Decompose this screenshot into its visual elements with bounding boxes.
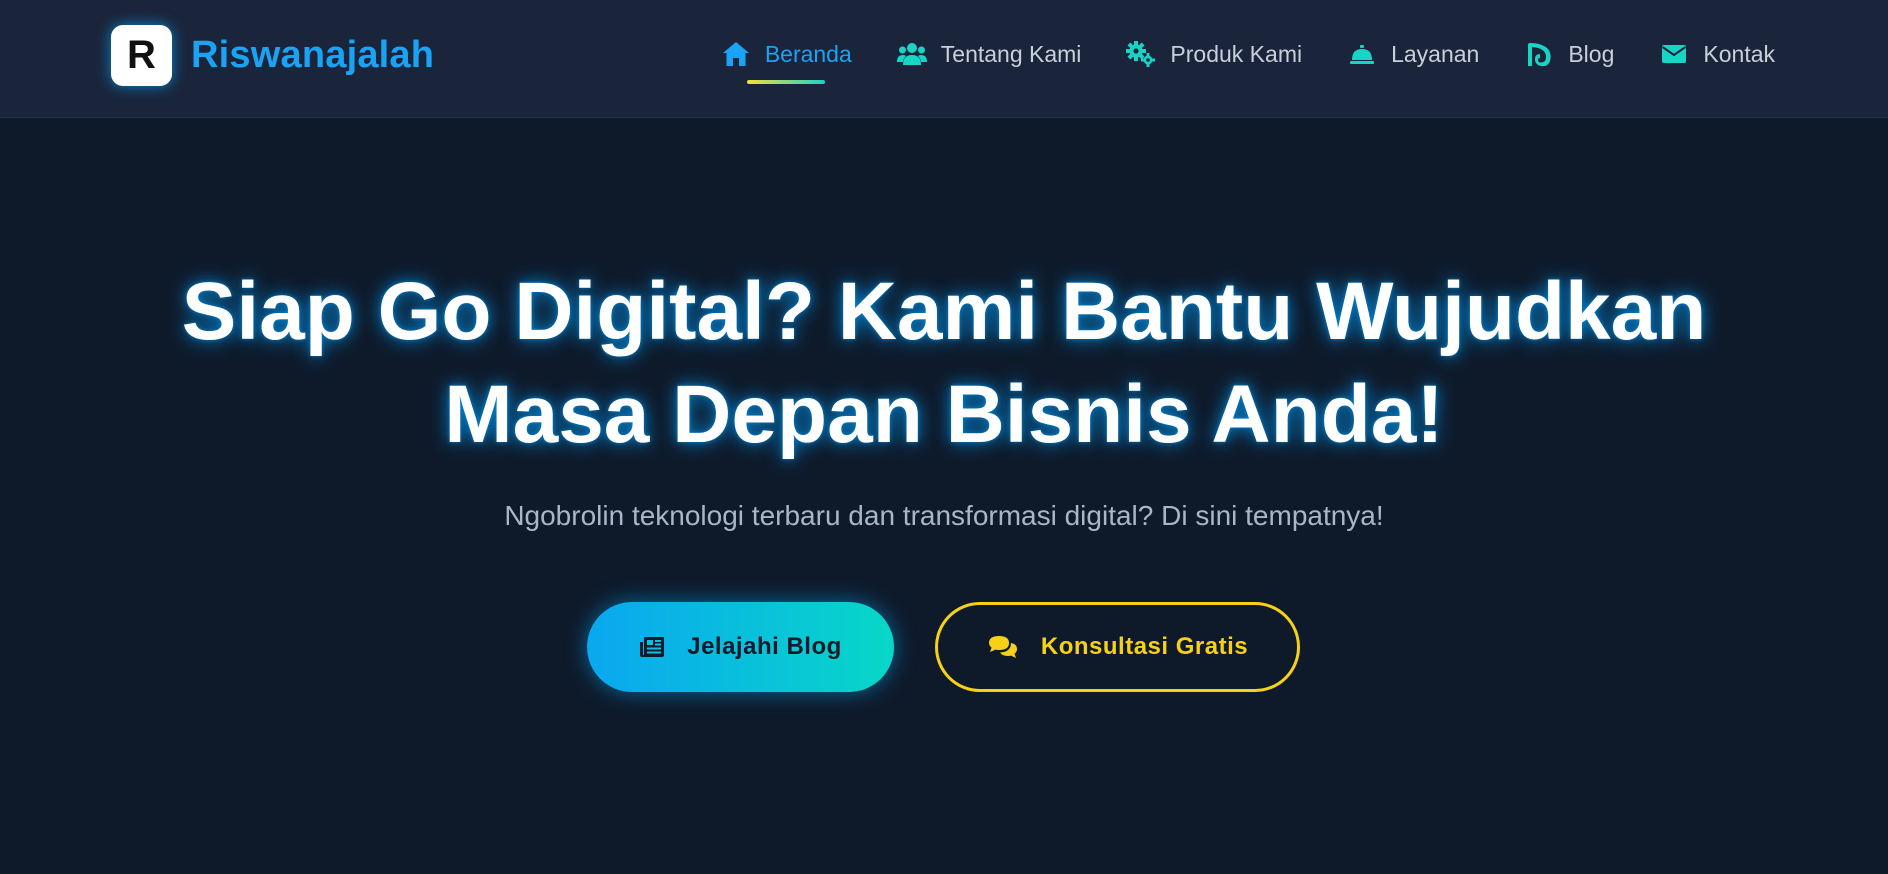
home-icon xyxy=(721,40,751,68)
nav-item-tentang-kami[interactable]: Tentang Kami xyxy=(896,32,1082,76)
logo-letter: R xyxy=(127,32,156,77)
main-nav: Beranda Tentang Kami Produk Kami Layanan… xyxy=(721,32,1775,84)
hero-subtitle: Ngobrolin teknologi terbaru dan transfor… xyxy=(504,500,1384,531)
explore-blog-button[interactable]: Jelajahi Blog xyxy=(587,602,894,692)
explore-blog-label: Jelajahi Blog xyxy=(687,633,842,660)
gears-icon xyxy=(1126,40,1156,68)
active-nav-indicator xyxy=(746,80,825,84)
hero-title-line-1: Siap Go Digital? Kami Bantu Wujudkan xyxy=(181,266,1707,357)
concierge-bell-icon xyxy=(1347,40,1377,68)
hero-title-line-2: Masa Depan Bisnis Anda! xyxy=(444,369,1444,460)
nav-label-tentang-kami: Tentang Kami xyxy=(940,40,1082,67)
blog-icon xyxy=(1524,40,1554,68)
comments-icon xyxy=(987,634,1019,660)
newspaper-icon xyxy=(639,636,665,658)
brand-logo-link[interactable]: R Riswanajalah xyxy=(111,24,434,86)
nav-label-beranda: Beranda xyxy=(764,40,852,67)
hero-title: Siap Go Digital? Kami Bantu Wujudkan Mas… xyxy=(94,260,1794,466)
site-header: R Riswanajalah Beranda Tentang Kami Prod… xyxy=(0,0,1888,118)
nav-label-layanan: Layanan xyxy=(1391,40,1480,67)
hero-section: Siap Go Digital? Kami Bantu Wujudkan Mas… xyxy=(0,118,1888,874)
nav-label-kontak: Kontak xyxy=(1703,40,1775,67)
nav-item-beranda[interactable]: Beranda xyxy=(721,32,852,84)
nav-label-blog: Blog xyxy=(1568,40,1615,67)
nav-item-layanan[interactable]: Layanan xyxy=(1347,32,1479,76)
brand-name: Riswanajalah xyxy=(191,33,435,76)
logo-icon: R xyxy=(111,24,172,86)
nav-item-kontak[interactable]: Kontak xyxy=(1659,32,1775,76)
page: R Riswanajalah Beranda Tentang Kami Prod… xyxy=(0,0,1888,874)
users-icon xyxy=(896,40,927,68)
nav-label-produk-kami: Produk Kami xyxy=(1170,40,1303,67)
free-consultation-label: Konsultasi Gratis xyxy=(1040,633,1249,660)
nav-item-blog[interactable]: Blog xyxy=(1524,32,1614,76)
nav-item-produk-kami[interactable]: Produk Kami xyxy=(1126,32,1302,76)
envelope-icon xyxy=(1659,40,1689,68)
free-consultation-button[interactable]: Konsultasi Gratis xyxy=(935,602,1300,692)
